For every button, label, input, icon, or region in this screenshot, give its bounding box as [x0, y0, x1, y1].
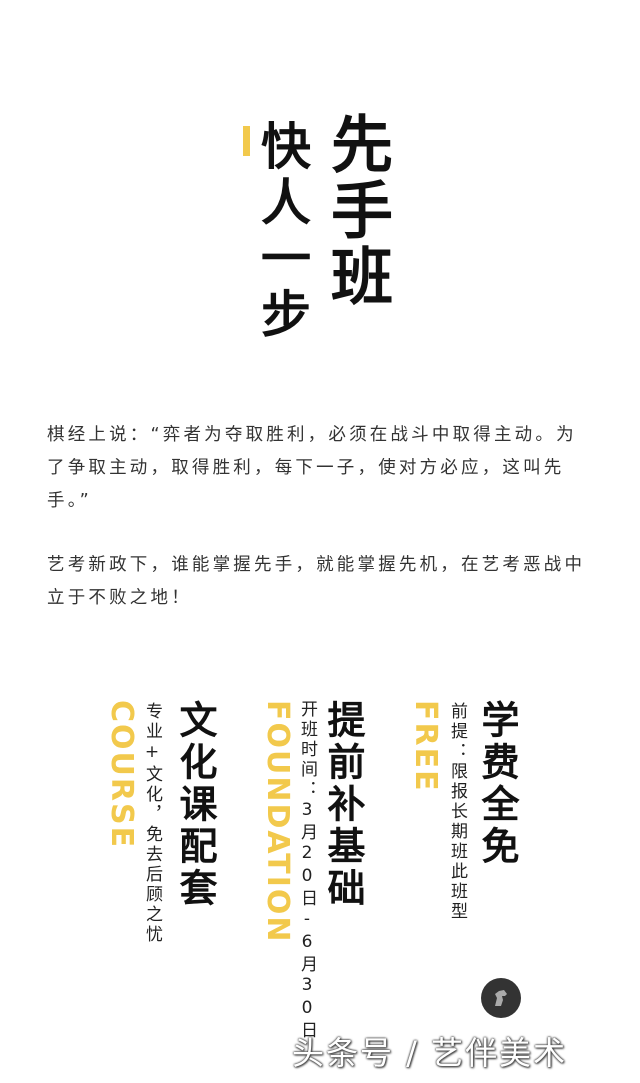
hero-slogan: 快人一步	[253, 120, 311, 344]
feature-free-english: FREE	[408, 700, 443, 793]
feature-course-subtitle: 专业+文化，免去后顾之忧	[142, 702, 162, 945]
horse-head-icon	[495, 990, 507, 1006]
intro-paragraph-1: 棋经上说：“弈者为夺取胜利，必须在战斗中取得主动。为了争取主动，取得胜利，每下一…	[47, 425, 577, 511]
hero-title: 先手班	[320, 112, 393, 310]
feature-foundation-english: FOUNDATION	[260, 700, 295, 944]
feature-foundation-subtitle: 开班时间：3月20日-6月30日	[297, 700, 317, 1041]
horse-logo-icon	[481, 978, 521, 1018]
feature-free-subtitle: 前提：限报长期班此班型	[447, 702, 467, 922]
hero-accent-bar	[243, 126, 250, 156]
feature-free-title: 学费全免	[475, 700, 519, 868]
watermark-text: 头条号 / 艺伴美术	[292, 1034, 568, 1072]
feature-course-title: 文化课配套	[173, 700, 217, 910]
intro-paragraph-2: 艺考新政下，谁能掌握先手，就能掌握先机，在艺考恶战中立于不败之地！	[47, 555, 586, 608]
feature-foundation-title: 提前补基础	[321, 700, 365, 910]
feature-course-english: COURSE	[104, 700, 139, 850]
